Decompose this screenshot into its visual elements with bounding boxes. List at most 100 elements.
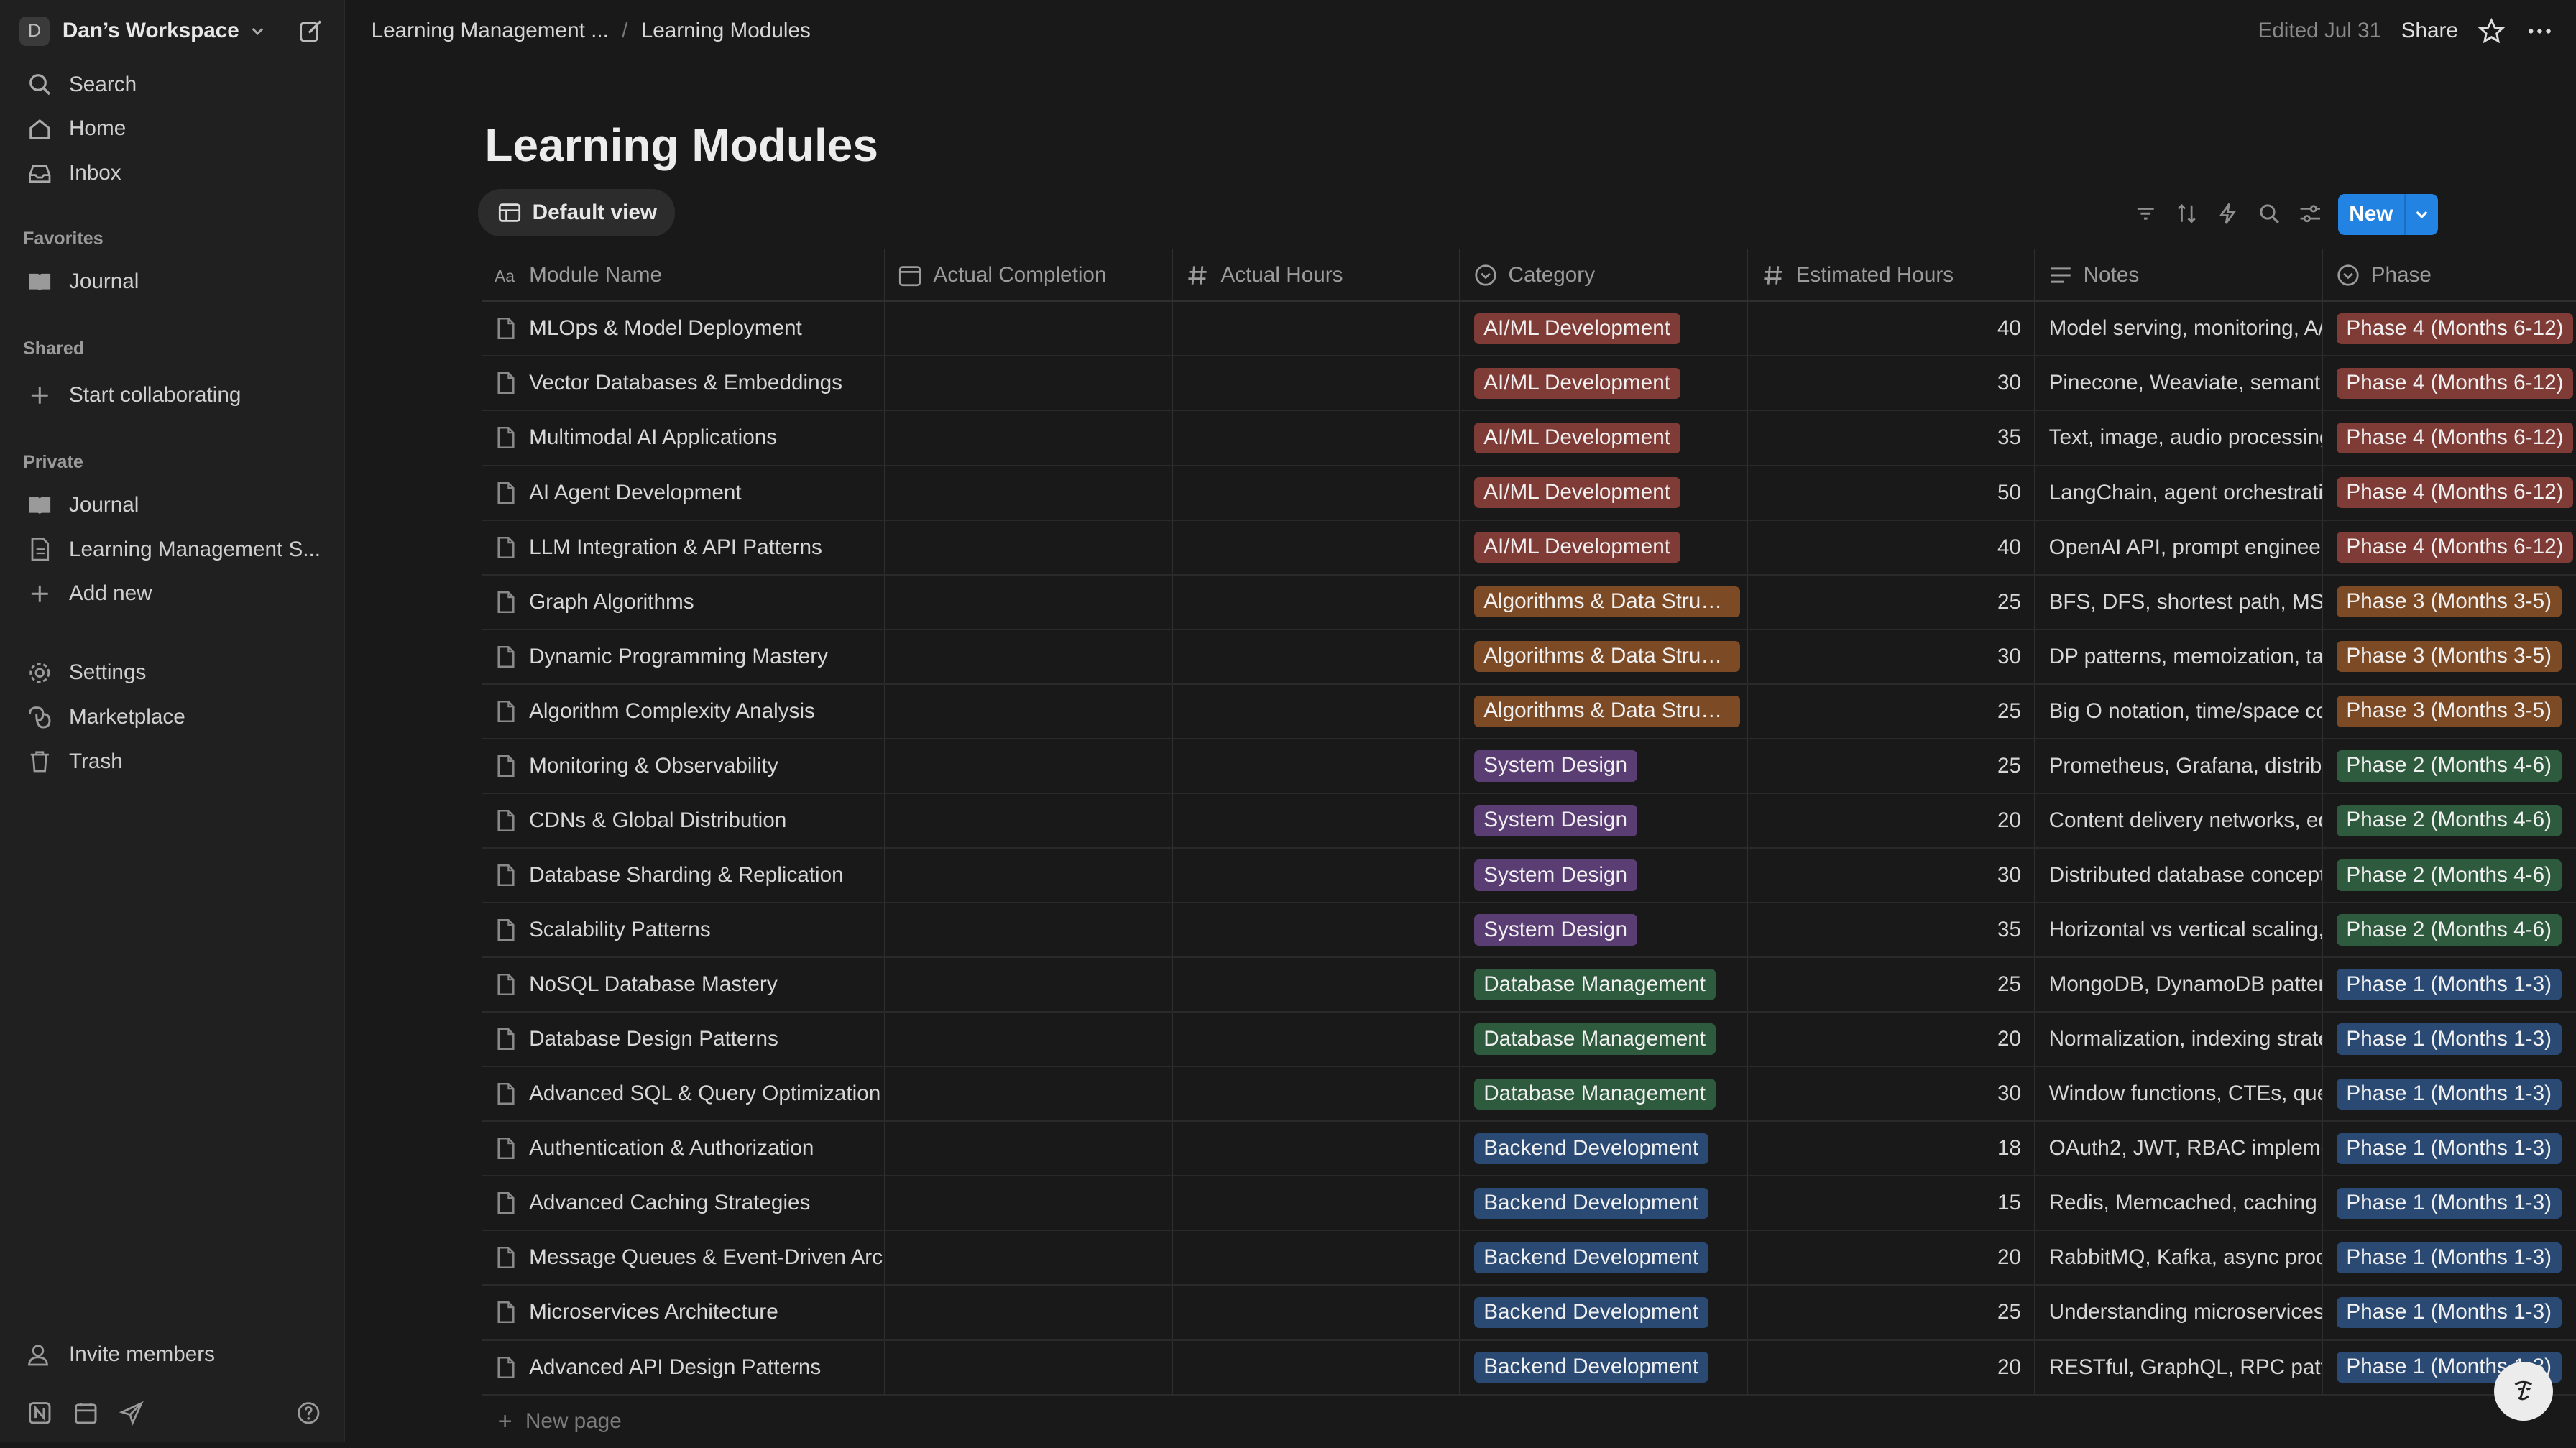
- new-button-dropdown[interactable]: [2406, 194, 2439, 235]
- cell-category[interactable]: Algorithms & Data Struct...: [1460, 630, 1749, 683]
- cell-actual-completion[interactable]: [886, 1067, 1174, 1121]
- cell-notes[interactable]: DP patterns, memoization, tab: [2036, 630, 2324, 683]
- table-row[interactable]: Dynamic Programming Mastery Algorithms & …: [481, 630, 2576, 685]
- cell-actual-hours[interactable]: [1173, 793, 1461, 847]
- cell-notes[interactable]: Content delivery networks, ed: [2036, 793, 2324, 847]
- calendar-icon[interactable]: [73, 1400, 99, 1426]
- cell-phase[interactable]: Phase 1 (Months 1-3): [2323, 1122, 2576, 1175]
- cell-phase[interactable]: Phase 4 (Months 6-12): [2323, 466, 2576, 520]
- cell-module-name[interactable]: Vector Databases & Embeddings: [482, 356, 886, 410]
- table-row[interactable]: Algorithm Complexity Analysis Algorithms …: [481, 684, 2576, 739]
- invite-members-button[interactable]: Invite members: [13, 1332, 330, 1377]
- table-row[interactable]: Graph Algorithms Algorithms & Data Struct…: [481, 575, 2576, 630]
- sidebar-item-home[interactable]: Home: [13, 107, 330, 152]
- cell-estimated-hours[interactable]: 40: [1748, 302, 2036, 356]
- cell-actual-hours[interactable]: [1173, 411, 1461, 465]
- search-icon[interactable]: [2256, 200, 2283, 227]
- cell-actual-completion[interactable]: [886, 1286, 1174, 1339]
- sidebar-item-inbox[interactable]: Inbox: [13, 151, 330, 195]
- cell-estimated-hours[interactable]: 30: [1748, 630, 2036, 683]
- table-row[interactable]: MLOps & Model Deployment AI/ML Developmen…: [481, 302, 2576, 357]
- cell-category[interactable]: AI/ML Development: [1460, 411, 1749, 465]
- cell-category[interactable]: Algorithms & Data Struct...: [1460, 575, 1749, 629]
- cell-notes[interactable]: Prometheus, Grafana, distribu: [2036, 739, 2324, 793]
- table-row[interactable]: Database Design Patterns Database Managem…: [481, 1013, 2576, 1068]
- cell-phase[interactable]: Phase 2 (Months 4-6): [2323, 794, 2576, 847]
- automation-bolt-icon[interactable]: [2214, 200, 2241, 227]
- sidebar-item-search[interactable]: Search: [13, 63, 330, 107]
- cell-estimated-hours[interactable]: 15: [1748, 1176, 2036, 1230]
- cell-actual-completion[interactable]: [886, 684, 1174, 738]
- cell-module-name[interactable]: Database Design Patterns: [482, 1013, 886, 1066]
- cell-phase[interactable]: Phase 1 (Months 1-3): [2323, 1286, 2576, 1339]
- table-row[interactable]: Microservices Architecture Backend Develo…: [481, 1286, 2576, 1341]
- sidebar-item-marketplace[interactable]: Marketplace: [13, 695, 330, 739]
- column-header-category[interactable]: Category: [1460, 249, 1749, 301]
- cell-category[interactable]: AI/ML Development: [1460, 520, 1749, 574]
- cell-actual-hours[interactable]: [1173, 958, 1461, 1012]
- sidebar-item-start-collaborating[interactable]: Start collaborating: [13, 373, 330, 418]
- cell-category[interactable]: System Design: [1460, 903, 1749, 957]
- cell-module-name[interactable]: LLM Integration & API Patterns: [482, 520, 886, 574]
- cell-estimated-hours[interactable]: 35: [1748, 411, 2036, 465]
- cell-phase[interactable]: Phase 2 (Months 4-6): [2323, 739, 2576, 793]
- cell-category[interactable]: Backend Development: [1460, 1286, 1749, 1339]
- cell-module-name[interactable]: NoSQL Database Mastery: [482, 958, 886, 1012]
- column-header-estimated-hours[interactable]: Estimated Hours: [1748, 249, 2036, 301]
- cell-category[interactable]: Algorithms & Data Struct...: [1460, 684, 1749, 738]
- sort-icon[interactable]: [2174, 200, 2200, 227]
- sidebar-item-trash[interactable]: Trash: [13, 739, 330, 784]
- settings-sliders-icon[interactable]: [2297, 200, 2324, 227]
- cell-actual-completion[interactable]: [886, 520, 1174, 574]
- cell-category[interactable]: Backend Development: [1460, 1340, 1749, 1394]
- cell-estimated-hours[interactable]: 25: [1748, 958, 2036, 1012]
- breadcrumb-parent[interactable]: Learning Management ...: [372, 19, 609, 43]
- help-icon[interactable]: [295, 1400, 322, 1426]
- cell-actual-completion[interactable]: [886, 848, 1174, 903]
- cell-phase[interactable]: Phase 4 (Months 6-12): [2323, 411, 2576, 464]
- cell-module-name[interactable]: Dynamic Programming Mastery: [482, 630, 886, 683]
- table-row[interactable]: Scalability Patterns System Design 35 Horiz…: [481, 903, 2576, 959]
- cell-notes[interactable]: OpenAI API, prompt engineeri: [2036, 520, 2324, 574]
- column-header-actual-completion[interactable]: Actual Completion: [886, 249, 1174, 301]
- table-row[interactable]: Multimodal AI Applications AI/ML Developm…: [481, 411, 2576, 466]
- cell-actual-completion[interactable]: [886, 793, 1174, 847]
- cell-phase[interactable]: Phase 1 (Months 1-3): [2323, 958, 2576, 1011]
- cell-module-name[interactable]: Message Queues & Event-Driven Arch: [482, 1231, 886, 1285]
- column-header-notes[interactable]: Notes: [2036, 249, 2324, 301]
- sidebar-item-journal[interactable]: Journal: [13, 483, 330, 527]
- breadcrumb-current[interactable]: Learning Modules: [641, 19, 811, 43]
- workspace-switcher[interactable]: D Dan’s Workspace: [19, 13, 323, 49]
- cell-phase[interactable]: Phase 2 (Months 4-6): [2323, 903, 2576, 956]
- cell-notes[interactable]: RabbitMQ, Kafka, async proce: [2036, 1231, 2324, 1285]
- cell-actual-hours[interactable]: [1173, 575, 1461, 629]
- cell-phase[interactable]: Phase 4 (Months 6-12): [2323, 521, 2576, 574]
- default-view-tab[interactable]: Default view: [478, 188, 676, 237]
- notion-logo-icon[interactable]: [27, 1400, 53, 1426]
- cell-phase[interactable]: Phase 1 (Months 1-3): [2323, 1013, 2576, 1066]
- sidebar-item-settings[interactable]: Settings: [13, 650, 330, 695]
- cell-actual-hours[interactable]: [1173, 630, 1461, 683]
- table-row[interactable]: Monitoring & Observability System Design 2…: [481, 739, 2576, 794]
- cell-estimated-hours[interactable]: 30: [1748, 1067, 2036, 1121]
- cell-estimated-hours[interactable]: 25: [1748, 1286, 2036, 1339]
- cell-module-name[interactable]: Advanced SQL & Query Optimization: [482, 1067, 886, 1121]
- cell-actual-completion[interactable]: [886, 575, 1174, 629]
- cell-actual-completion[interactable]: [886, 411, 1174, 465]
- sidebar-item-add-new[interactable]: Add new: [13, 572, 330, 617]
- cell-actual-hours[interactable]: [1173, 1013, 1461, 1066]
- new-button[interactable]: New: [2337, 193, 2439, 235]
- table-row[interactable]: AI Agent Development AI/ML Development 50 L…: [481, 466, 2576, 521]
- cell-phase[interactable]: Phase 4 (Months 6-12): [2323, 356, 2576, 410]
- cell-estimated-hours[interactable]: 25: [1748, 575, 2036, 629]
- table-row[interactable]: Message Queues & Event-Driven Arch Backen…: [481, 1231, 2576, 1286]
- cell-category[interactable]: System Design: [1460, 848, 1749, 903]
- cell-notes[interactable]: Normalization, indexing strate: [2036, 1013, 2324, 1066]
- cell-notes[interactable]: Distributed database concept: [2036, 848, 2324, 903]
- cell-category[interactable]: System Design: [1460, 793, 1749, 847]
- cell-estimated-hours[interactable]: 20: [1748, 1340, 2036, 1394]
- cell-actual-hours[interactable]: [1173, 1067, 1461, 1121]
- cell-notes[interactable]: Window functions, CTEs, quer: [2036, 1067, 2324, 1121]
- cell-notes[interactable]: RESTful, GraphQL, RPC patte: [2036, 1340, 2324, 1394]
- cell-estimated-hours[interactable]: 20: [1748, 1013, 2036, 1066]
